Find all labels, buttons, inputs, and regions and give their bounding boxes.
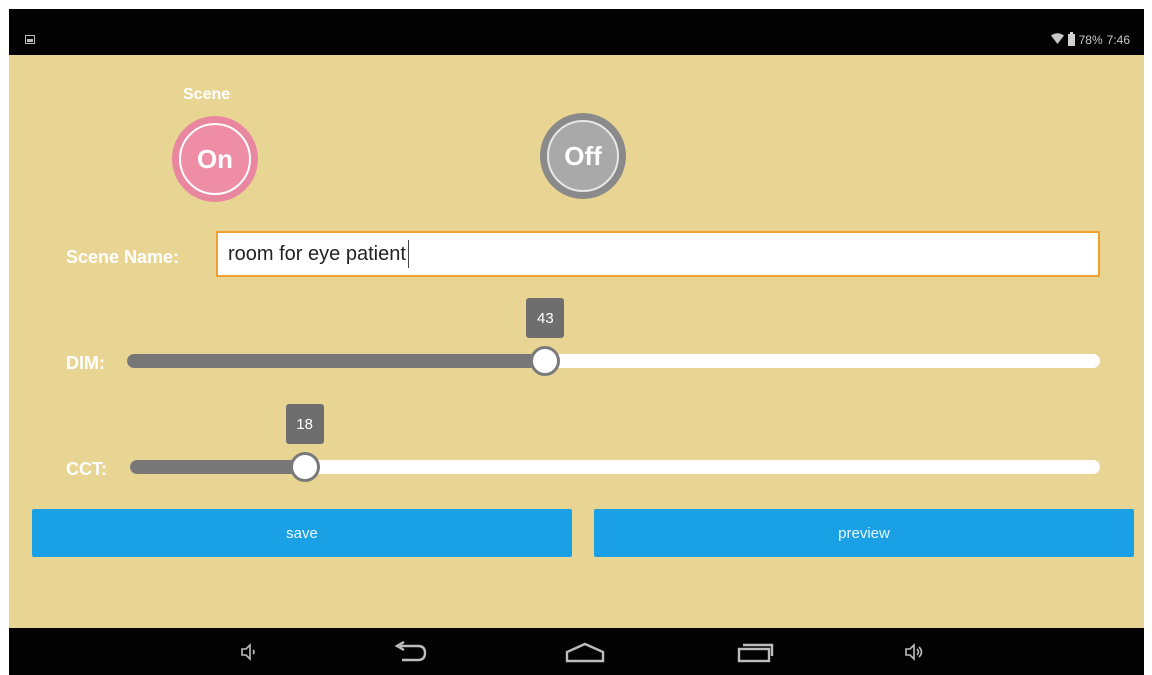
dim-slider-thumb[interactable]: [530, 346, 561, 376]
app-screen: 78% 7:46 Scene On Off Scene Name: room f…: [9, 9, 1144, 675]
scene-on-button[interactable]: On: [172, 116, 258, 202]
cct-slider[interactable]: 18: [130, 404, 1100, 482]
text-cursor: [407, 240, 409, 268]
back-icon[interactable]: [390, 640, 430, 664]
status-bar: 78% 7:46: [9, 9, 1144, 55]
scene-name-label: Scene Name:: [66, 247, 180, 267]
home-icon[interactable]: [563, 640, 607, 664]
dim-value-badge: 43: [526, 298, 565, 338]
scene-on-label: On: [179, 123, 251, 195]
status-indicators: 78% 7:46: [1050, 32, 1130, 48]
dim-slider-fill: [127, 354, 546, 368]
preview-button[interactable]: preview: [594, 509, 1134, 557]
clock: 7:46: [1106, 33, 1130, 47]
dim-slider[interactable]: 43: [127, 298, 1100, 376]
volume-down-icon[interactable]: [237, 640, 261, 664]
save-button[interactable]: save: [32, 509, 572, 557]
scene-label: Scene: [183, 86, 231, 103]
scene-off-label: Off: [547, 120, 619, 192]
cct-slider-thumb[interactable]: [289, 452, 320, 482]
volume-up-icon[interactable]: [901, 640, 927, 664]
cct-value-badge: 18: [285, 404, 324, 444]
wifi-icon: [1050, 33, 1064, 47]
battery-icon: [1067, 32, 1075, 46]
cct-slider-fill: [130, 460, 305, 474]
cct-label: CCT:: [66, 459, 107, 479]
dim-label: DIM:: [66, 353, 105, 373]
navigation-bar: [9, 628, 1144, 675]
battery-percent: 78%: [1078, 33, 1103, 47]
scene-name-input[interactable]: room for eye patient: [216, 231, 1100, 277]
notification-image-icon: [25, 35, 35, 44]
scene-off-button[interactable]: Off: [540, 113, 626, 199]
scene-name-value: room for eye patient: [228, 242, 406, 265]
recents-icon[interactable]: [735, 640, 775, 664]
